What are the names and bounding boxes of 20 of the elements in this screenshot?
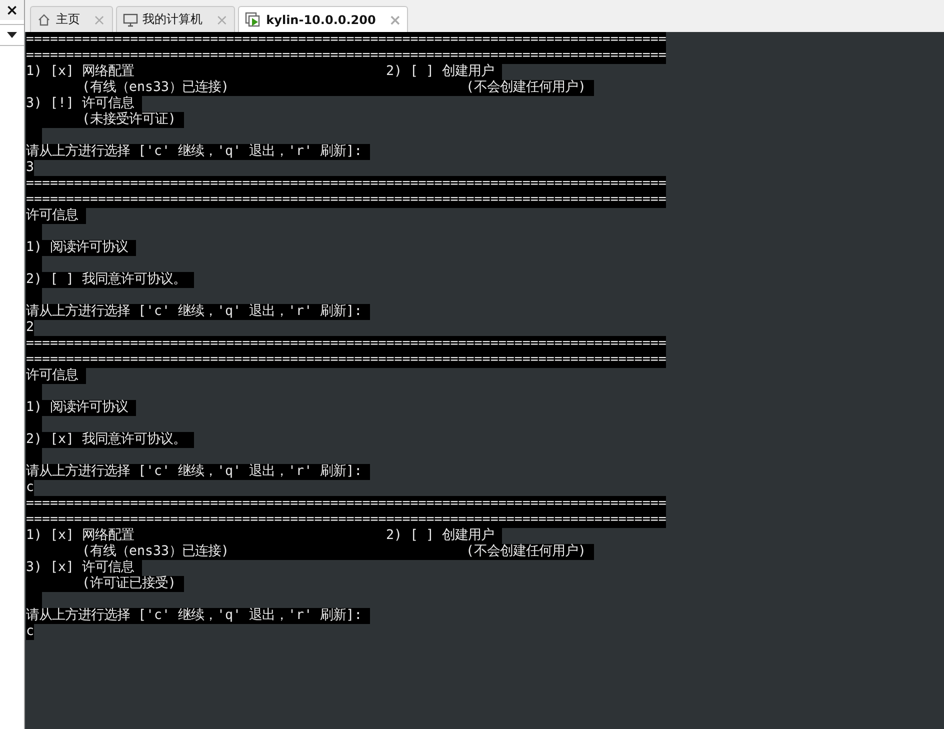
terminal-line: 2) [ ] 创建用户	[386, 528, 496, 544]
terminal-line: 2) [ ] 创建用户	[386, 64, 496, 80]
terminal-line: 3) [!] 许可信息	[26, 96, 136, 112]
terminal-line: (有线（ens33）已连接)	[82, 80, 230, 96]
tab[interactable]: kylin-10.0.0.200 ×	[238, 6, 408, 32]
tab[interactable]: 我的计算机 ×	[116, 6, 236, 32]
terminal-line: (许可证已接受)	[82, 576, 178, 592]
home-icon	[37, 12, 51, 26]
terminal-line: 3) [x] 许可信息	[26, 560, 136, 576]
monitor-icon	[122, 12, 138, 26]
terminal-line: 1) [x] 网络配置	[26, 64, 136, 80]
terminal-line: (有线（ens33）已连接)	[82, 544, 230, 560]
terminal-line: (未接受许可证)	[82, 112, 178, 128]
terminal-line: (不会创建任何用户)	[466, 544, 588, 560]
terminal-line: (不会创建任何用户)	[466, 80, 588, 96]
close-button[interactable]: ×	[0, 0, 24, 20]
virtual-machine-icon	[245, 12, 262, 27]
caret-icon[interactable]	[7, 32, 17, 38]
terminal-line: 1) [x] 网络配置	[26, 528, 136, 544]
tab[interactable]: 主页 ×	[30, 6, 113, 32]
